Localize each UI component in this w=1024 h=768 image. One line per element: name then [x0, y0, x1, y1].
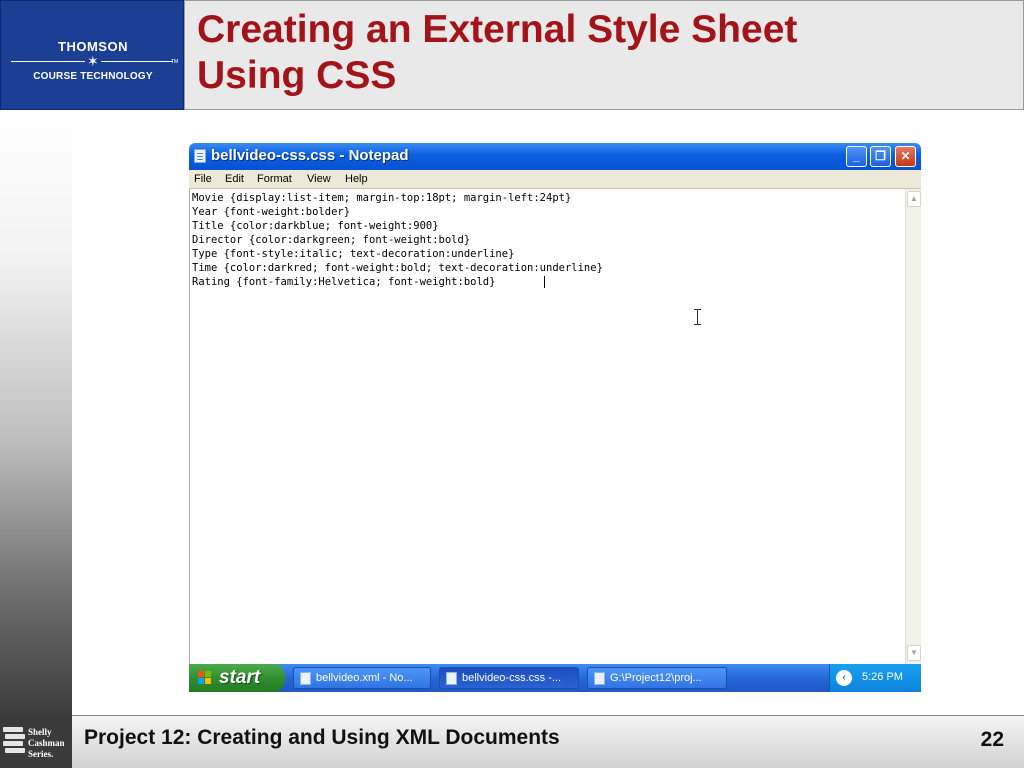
footer-bar: Project 12: Creating and Using XML Docum…: [72, 715, 1024, 768]
title-banner: Creating an External Style Sheet Using C…: [184, 0, 1024, 110]
code-line: Rating {font-family:Helvetica; font-weig…: [192, 276, 496, 288]
menu-file[interactable]: File: [194, 173, 212, 185]
text-caret: [544, 276, 545, 288]
restore-button[interactable]: ❐: [870, 146, 891, 167]
close-button[interactable]: ✕: [895, 146, 916, 167]
scroll-up-arrow-icon[interactable]: ▲: [907, 191, 921, 207]
star-icon: ✶: [85, 53, 101, 69]
taskbar-item-label: G:\Project12\proj...: [610, 672, 702, 684]
code-line: Title {color:darkblue; font-weight:900}: [192, 220, 439, 232]
books-icon: [3, 727, 25, 757]
taskbar-item-label: bellvideo.xml - No...: [316, 672, 413, 684]
left-gradient-bar: [0, 110, 72, 715]
window-title: bellvideo-css.css - Notepad: [211, 147, 409, 164]
code-line: Time {color:darkred; font-weight:bold; t…: [192, 262, 603, 274]
notepad-screenshot: bellvideo-css.css - Notepad _ ❐ ✕ File E…: [189, 143, 921, 692]
series-line-3: Series.: [28, 749, 54, 759]
menu-help[interactable]: Help: [345, 173, 368, 185]
vertical-scrollbar[interactable]: ▲ ▼: [905, 189, 921, 664]
shelly-cashman-series-logo: Shelly Cashman Series.: [0, 715, 72, 768]
taskbar-item-bellvideo-xml[interactable]: bellvideo.xml - No...: [293, 667, 431, 689]
logo-thomson-text: THOMSON: [58, 39, 128, 54]
taskbar-item-bellvideo-css[interactable]: bellvideo-css.css -...: [439, 667, 579, 689]
system-tray: ‹ 5:26 PM: [829, 664, 921, 692]
ibeam-cursor-icon: [694, 309, 702, 325]
menu-edit[interactable]: Edit: [225, 173, 244, 185]
taskbar-clock[interactable]: 5:26 PM: [862, 671, 903, 683]
thomson-logo: THOMSON ✶ TM COURSE TECHNOLOGY: [0, 0, 184, 110]
window-titlebar[interactable]: bellvideo-css.css - Notepad _ ❐ ✕: [189, 143, 921, 170]
slide-title: Creating an External Style Sheet Using C…: [197, 7, 797, 99]
logo-trademark: TM: [171, 59, 179, 65]
menu-view[interactable]: View: [307, 173, 331, 185]
windows-flag-icon: [198, 671, 212, 685]
notepad-icon: [300, 672, 311, 685]
series-line-1: Shelly: [28, 727, 52, 737]
tray-expand-arrow-icon[interactable]: ‹: [836, 670, 852, 686]
taskbar-item-label: bellvideo-css.css -...: [462, 672, 562, 684]
footer-project-title: Project 12: Creating and Using XML Docum…: [84, 726, 560, 749]
logo-course-technology-text: COURSE TECHNOLOGY: [33, 71, 153, 82]
folder-icon: [594, 672, 605, 685]
series-text: Shelly Cashman Series.: [28, 727, 65, 760]
start-button[interactable]: start: [189, 664, 285, 692]
notepad-icon: [194, 149, 206, 163]
taskbar-item-project-folder[interactable]: G:\Project12\proj...: [587, 667, 727, 689]
minimize-button[interactable]: _: [846, 146, 867, 167]
menu-bar: File Edit Format View Help: [189, 170, 921, 189]
slide-title-line-1: Creating an External Style Sheet: [197, 8, 798, 51]
scroll-down-arrow-icon[interactable]: ▼: [907, 645, 921, 661]
slide-title-line-2: Using CSS: [197, 54, 397, 97]
code-line: Director {color:darkgreen; font-weight:b…: [192, 234, 471, 246]
code-line: Type {font-style:italic; text-decoration…: [192, 248, 515, 260]
text-editor[interactable]: Movie {display:list-item; margin-top:18p…: [189, 189, 905, 664]
notepad-icon: [446, 672, 457, 685]
code-line: Year {font-weight:bolder}: [192, 206, 351, 218]
series-line-2: Cashman: [28, 738, 65, 748]
menu-format[interactable]: Format: [257, 173, 292, 185]
start-label: start: [219, 667, 261, 688]
code-line: Movie {display:list-item; margin-top:18p…: [192, 192, 572, 204]
page-number: 22: [980, 728, 1004, 751]
taskbar: start bellvideo.xml - No... bellvideo-cs…: [189, 664, 921, 692]
